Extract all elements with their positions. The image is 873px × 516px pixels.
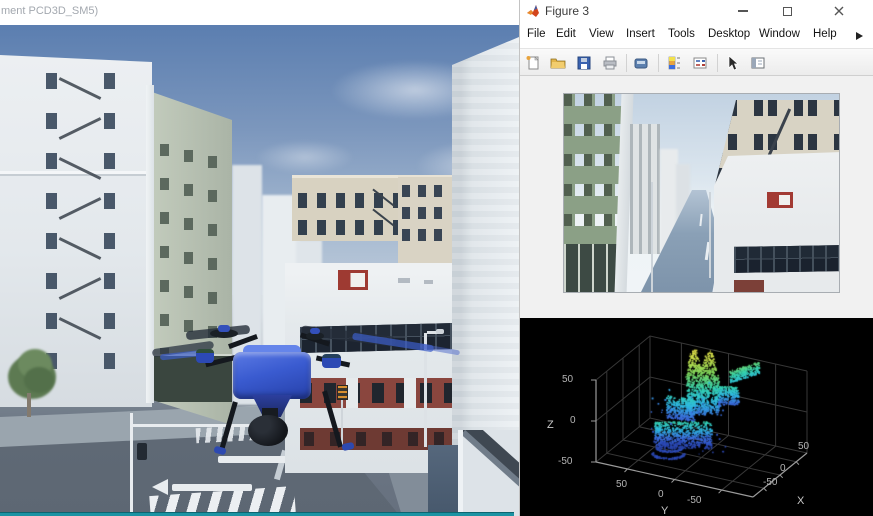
gimbal-camera [248,415,288,446]
maximize-icon [783,7,792,16]
matlab-logo-icon [526,4,540,18]
link-plot-button[interactable] [630,53,652,73]
screenshot-root: ment PCD3D_SM5) [0,0,873,516]
property-editor-button[interactable] [747,53,769,73]
link-plot-icon [633,55,649,71]
open-folder-icon [550,55,566,71]
insert-legend-button[interactable] [689,53,711,73]
edit-plot-button[interactable] [722,53,744,73]
menu-item-file[interactable]: File [527,28,546,40]
toolbar-separator [658,54,659,72]
legend-icon [692,55,708,71]
window-column [46,73,57,373]
drone-leg [219,401,238,450]
corner-building-wall [463,430,519,516]
new-figure-button[interactable] [522,53,544,73]
menu-item-edit[interactable]: Edit [556,28,576,40]
tree-trunk [27,393,31,417]
x-tick: 0 [780,463,786,474]
menu-item-help[interactable]: Help [813,28,837,40]
figure-menubar: File Edit View Insert Tools Desktop Wind… [520,22,873,48]
figure-titlebar[interactable]: Figure 3 [520,0,873,22]
y-tick: 0 [658,489,664,500]
cam-green-storefront [564,244,619,293]
red-door-frame [338,270,368,290]
window-column [104,73,115,373]
drone-body [233,352,311,399]
figure-title: Figure 3 [545,4,589,18]
roof-vent [398,278,410,283]
lane-arrow-turn [172,484,252,491]
cam-lamp-pole [709,192,711,278]
insert-colorbar-button[interactable] [663,53,685,73]
motor-pod [310,328,320,334]
y-tick: 50 [616,479,627,490]
traffic-light-pole [130,413,133,516]
menu-item-view[interactable]: View [589,28,614,40]
save-floppy-icon [576,55,592,71]
matlab-figure-window: Figure 3 File Edit View Insert Tools Des… [519,0,873,516]
taskbar-edge [0,512,514,516]
camera-view-axes[interactable] [563,93,840,293]
printer-icon [602,55,618,71]
pointcloud-axes[interactable]: 50 0 -50 Z 50 0 -50 Y 50 0 -50 X [520,318,873,516]
new-figure-icon [525,55,541,71]
property-editor-icon [750,55,766,71]
ue-3d-viewport[interactable] [0,25,519,516]
menu-item-insert[interactable]: Insert [626,28,655,40]
menu-item-tools[interactable]: Tools [668,28,695,40]
maximize-button[interactable] [765,0,809,22]
ue-window-titlebar: ment PCD3D_SM5) [0,0,519,25]
motor-pod [196,349,214,363]
x-tick: 50 [798,441,809,452]
cam-red-door-frame [767,192,793,208]
x-tick: -50 [763,477,777,488]
cam-white-building [630,124,660,254]
motor-pod [322,354,341,368]
menu-overflow-icon[interactable] [856,32,863,40]
x-axis-label: X [797,495,804,507]
cam-red-strip [734,280,764,293]
cursor-arrow-icon [725,55,741,71]
drone-foot [341,442,354,451]
roof-vent [424,280,433,284]
toolbar-separator [626,54,627,72]
colorbar-icon [666,55,682,71]
close-button[interactable] [817,0,861,22]
figure-canvas [520,76,873,318]
tree-foliage [24,367,54,393]
z-tick: -50 [558,456,572,467]
window-row [402,229,450,241]
cam-lamp-pole [651,182,653,293]
y-tick: -50 [687,495,701,506]
cam-dark-band [734,245,840,273]
menu-item-desktop[interactable]: Desktop [708,28,750,40]
z-axis-label: Z [547,419,554,431]
print-figure-button[interactable] [599,53,621,73]
z-tick: 0 [570,415,576,426]
window-row [402,207,450,219]
ue-window-title: ment PCD3D_SM5) [1,5,98,17]
close-icon [834,6,844,16]
building-left-ledge [0,171,152,174]
minimize-icon [738,10,748,12]
window-row [402,185,450,197]
figure-toolbar [520,48,873,76]
save-figure-button[interactable] [573,53,595,73]
rotor-blur-icon [420,344,460,356]
drone-leg [322,390,343,447]
drone [140,320,460,460]
open-file-button[interactable] [547,53,569,73]
minimize-button[interactable] [721,0,765,22]
z-tick: 50 [562,374,573,385]
motor-pod [218,325,230,332]
lane-arrow-turn-head [152,479,168,495]
toolbar-separator [717,54,718,72]
y-axis-label: Y [661,505,668,516]
menu-item-window[interactable]: Window [759,28,800,40]
cloud [255,140,355,174]
